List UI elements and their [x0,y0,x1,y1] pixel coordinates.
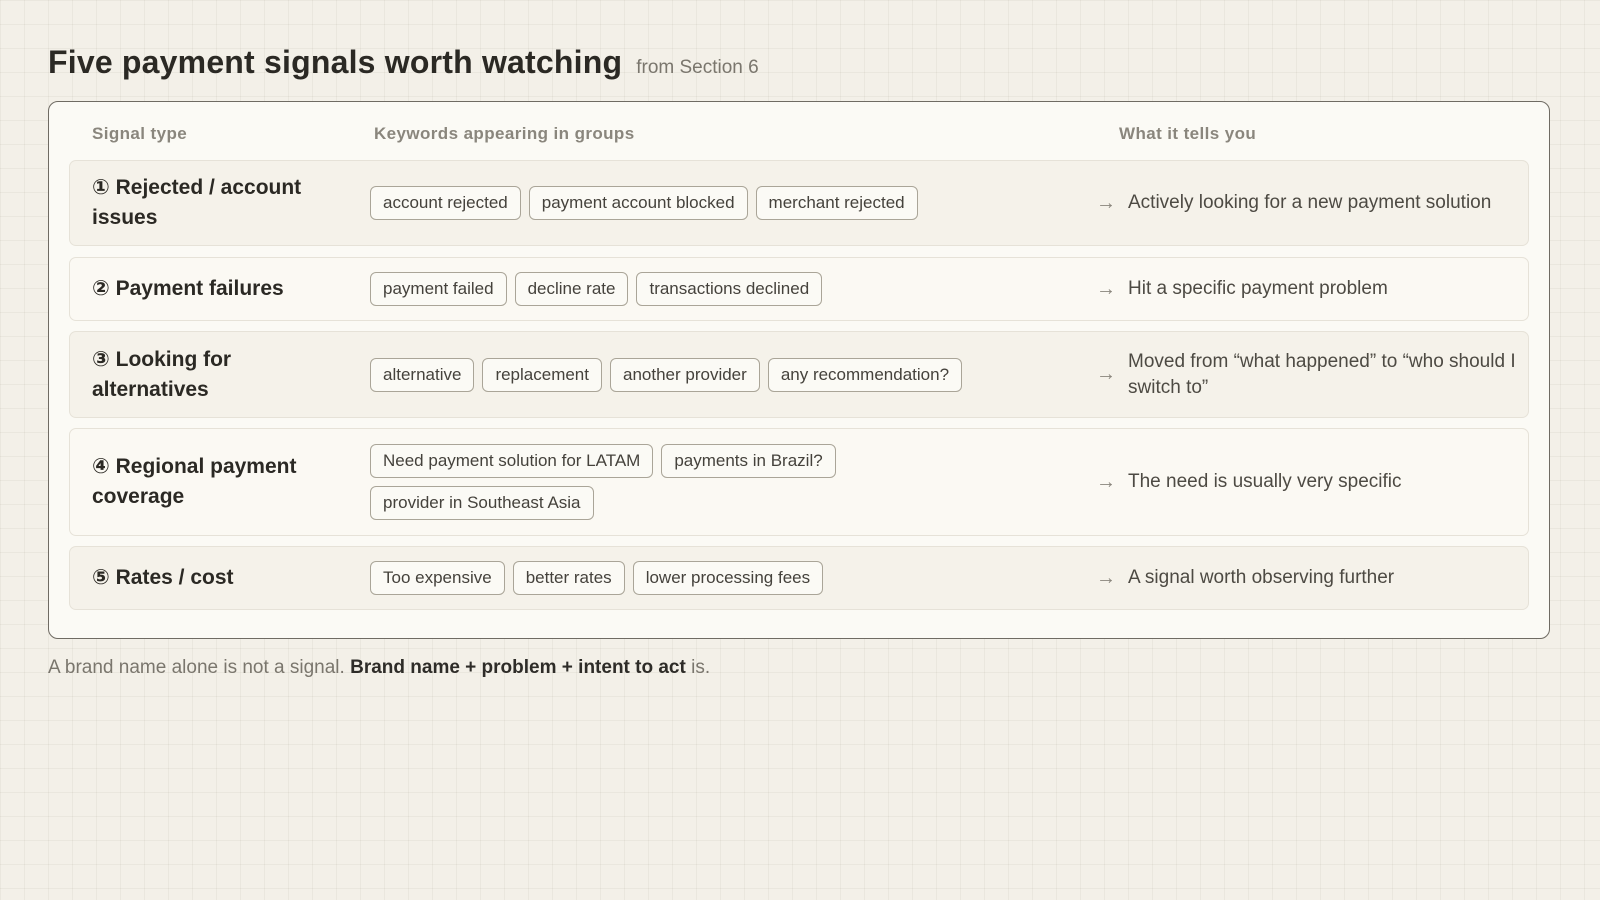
footnote: A brand name alone is not a signal. Bran… [48,657,710,679]
what-it-tells: → Moved from “what happened” to “who sho… [1096,332,1516,417]
keyword-chips: account rejected payment account blocked… [370,161,1030,245]
page-title: Five payment signals worth watching [48,44,623,80]
page-subtitle: from Section 6 [636,57,759,78]
signal-row-rates-cost: ⑤ Rates / cost Too expensive better rate… [69,546,1529,610]
keyword-chip: lower processing fees [632,561,824,595]
keyword-chip: alternative [370,357,475,392]
tells-text: Actively looking for a new payment solut… [1128,192,1492,213]
keyword-chip: another provider [610,357,760,392]
what-it-tells: → Actively looking for a new payment sol… [1096,161,1516,245]
signal-type-label: ② Payment failures [92,277,284,300]
keyword-chip: payment failed [370,272,507,306]
tells-text: The need is usually very specific [1128,471,1402,492]
signals-table: Signal type Keywords appearing in groups… [48,101,1550,639]
keyword-chips: Too expensive better rates lower process… [370,547,1030,609]
signal-row-payment-failures: ② Payment failures payment failed declin… [69,257,1529,321]
title-row: Five payment signals worth watching from… [48,44,759,81]
keyword-chip: provider in Southeast Asia [370,486,594,520]
tells-text: Moved from “what happened” to “who shoul… [1128,350,1516,398]
keyword-chip: any recommendation? [767,357,963,392]
arrow-right-icon: → [1096,363,1116,385]
what-it-tells: → The need is usually very specific [1096,429,1516,535]
keyword-chip: Too expensive [370,561,505,595]
tells-text: A signal worth observing further [1128,567,1395,588]
keyword-chip: Need payment solution for LATAM [370,444,654,478]
signal-row-rejected: ① Rejected / account issues account reje… [69,160,1529,246]
signal-type-label: ④ Regional payment coverage [92,455,297,508]
signal-row-alternatives: ③ Looking for alternatives alternative r… [69,331,1529,418]
tells-text: Hit a specific payment problem [1128,278,1388,299]
keyword-chip: account rejected [370,186,521,220]
arrow-right-icon: → [1096,470,1116,493]
footnote-emphasis: Brand name + problem + intent to act [350,657,686,678]
header-signal-type: Signal type [92,124,188,143]
header-what-it-tells: What it tells you [1119,124,1257,143]
keyword-chip: payment account blocked [528,186,748,220]
keyword-chips: Need payment solution for LATAM payments… [370,429,870,535]
keyword-chip: decline rate [514,272,629,306]
keyword-chips: alternative replacement another provider… [370,332,1030,417]
keyword-chip: better rates [512,561,625,595]
header-keywords: Keywords appearing in groups [374,124,635,143]
what-it-tells: → A signal worth observing further [1096,547,1516,609]
keyword-chip: merchant rejected [755,186,918,220]
signal-row-regional-coverage: ④ Regional payment coverage Need payment… [69,428,1529,536]
keyword-chip: transactions declined [636,272,823,306]
signal-type-label: ③ Looking for alternatives [92,347,232,401]
footnote-lead: A brand name alone is not a signal. [48,657,345,678]
arrow-right-icon: → [1096,191,1116,214]
keyword-chips: payment failed decline rate transactions… [370,258,1030,320]
signal-type-label: ⑤ Rates / cost [92,566,234,589]
what-it-tells: → Hit a specific payment problem [1096,258,1516,320]
keyword-chip: payments in Brazil? [661,444,836,478]
arrow-right-icon: → [1096,566,1116,589]
arrow-right-icon: → [1096,277,1116,300]
keyword-chip: replacement [482,357,602,392]
footnote-tail: is. [691,657,711,678]
table-header: Signal type Keywords appearing in groups… [49,124,1549,146]
signal-type-label: ① Rejected / account issues [92,176,302,229]
